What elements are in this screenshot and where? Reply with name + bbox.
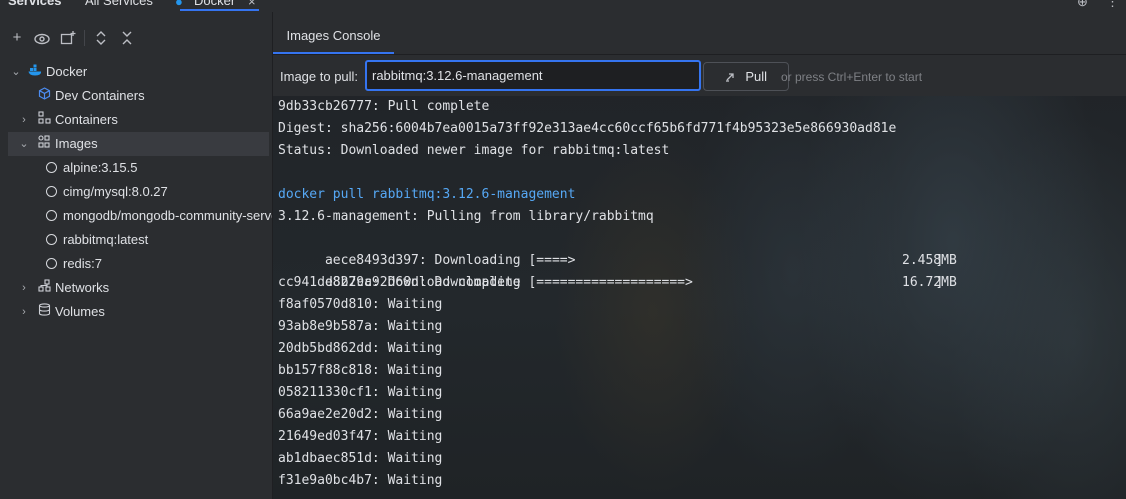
new-group-icon[interactable] bbox=[57, 26, 79, 50]
tree-item-image[interactable]: redis:7 bbox=[0, 252, 272, 276]
tree-label: Containers bbox=[55, 112, 118, 127]
console-line: 93ab8e9b587a: Waiting bbox=[278, 319, 443, 334]
console-line: f8af0570d810: Waiting bbox=[278, 297, 443, 312]
tab-all-services[interactable]: All Services bbox=[85, 0, 153, 8]
docker-tab-icon: ● bbox=[175, 0, 183, 9]
services-title: Services bbox=[8, 0, 62, 8]
more-options-icon[interactable]: ⋮ bbox=[1106, 0, 1119, 10]
add-service-icon[interactable]: + bbox=[6, 26, 28, 50]
tree-label: redis:7 bbox=[63, 256, 103, 271]
collapse-all-icon[interactable] bbox=[116, 26, 138, 50]
chevron-right-icon[interactable]: › bbox=[18, 276, 30, 300]
console-line: 3.12.6-management: Pulling from library/… bbox=[278, 209, 654, 224]
console-line: 66a9ae2e20d2: Waiting bbox=[278, 407, 443, 422]
image-status-icon bbox=[46, 258, 57, 269]
services-panel: + ⌄ Docker Dev Containers › Containers ⌄… bbox=[0, 12, 273, 499]
image-status-icon bbox=[46, 186, 57, 197]
tree-label: Docker bbox=[46, 64, 88, 79]
console-progress-line: aece8493d397: Downloading [====> ] 2.458M… bbox=[278, 228, 957, 268]
tree-item-image[interactable]: cimg/mysql:8.0.27 bbox=[0, 180, 272, 204]
tree-item-volumes[interactable]: › Volumes bbox=[0, 300, 272, 324]
pull-button[interactable]: Pull bbox=[703, 62, 789, 91]
tree-label: mongodb/mongodb-community-server bbox=[63, 208, 272, 223]
console-line: cc941dd822ca: Download complete bbox=[278, 275, 521, 290]
console-tab-strip: Images Console bbox=[273, 12, 1126, 55]
console-line: Digest: sha256:6004b7ea0015a73ff92e313ae… bbox=[278, 121, 897, 136]
view-options-icon[interactable] bbox=[31, 26, 53, 50]
tree-item-containers[interactable]: › Containers bbox=[0, 108, 272, 132]
tree-item-image[interactable]: mongodb/mongodb-community-server bbox=[0, 204, 272, 228]
console-line: Status: Downloaded newer image for rabbi… bbox=[278, 143, 670, 158]
image-status-icon bbox=[46, 162, 57, 173]
tree-label: Dev Containers bbox=[55, 88, 145, 103]
console-line: 21649ed03f47: Waiting bbox=[278, 429, 443, 444]
chevron-down-icon[interactable]: ⌄ bbox=[10, 60, 22, 84]
tree-label: rabbitmq:latest bbox=[63, 232, 149, 247]
console-line: 20db5bd862dd: Waiting bbox=[278, 341, 443, 356]
image-to-pull-input[interactable] bbox=[365, 60, 701, 91]
tree-item-images[interactable]: ⌄ Images bbox=[8, 132, 269, 156]
image-status-icon bbox=[46, 234, 57, 245]
console-line: ab1dbaec851d: Waiting bbox=[278, 451, 443, 466]
tree-label: alpine:3.15.5 bbox=[63, 160, 138, 175]
pull-icon bbox=[725, 70, 739, 84]
chevron-right-icon[interactable]: › bbox=[18, 300, 30, 324]
expand-all-icon[interactable] bbox=[90, 26, 112, 50]
chevron-right-icon[interactable]: › bbox=[18, 108, 30, 132]
console-line: 058211330cf1: Waiting bbox=[278, 385, 443, 400]
image-to-pull-label: Image to pull: bbox=[280, 69, 359, 84]
console-line: bb157f88c818: Waiting bbox=[278, 363, 443, 378]
tree-label: Images bbox=[55, 136, 98, 151]
docker-icon bbox=[28, 60, 42, 84]
images-icon bbox=[37, 132, 51, 156]
tree-item-docker[interactable]: ⌄ Docker bbox=[0, 60, 272, 84]
console-progress-line: e8b79c92d68d: Downloading [=============… bbox=[278, 250, 957, 290]
globe-icon[interactable]: ⊕ bbox=[1077, 0, 1088, 10]
tab-docker[interactable]: Docker bbox=[179, 0, 260, 11]
image-status-icon bbox=[46, 210, 57, 221]
tree-item-image[interactable]: rabbitmq:latest bbox=[0, 228, 272, 252]
tree-item-networks[interactable]: › Networks bbox=[0, 276, 272, 300]
console-line: 9db33cb26777: Pull complete bbox=[278, 99, 490, 114]
tab-images-console[interactable]: Images Console bbox=[273, 12, 394, 54]
tree-label: Networks bbox=[55, 280, 110, 295]
network-icon bbox=[37, 276, 51, 300]
pull-hint: or press Ctrl+Enter to start bbox=[781, 70, 923, 84]
tree-item-dev-containers[interactable]: Dev Containers bbox=[0, 84, 272, 108]
containers-icon bbox=[37, 108, 51, 132]
pull-image-bar: Image to pull: Pull or press Ctrl+Enter … bbox=[273, 55, 1126, 96]
console-line: f31e9a0bc4b7: Waiting bbox=[278, 473, 443, 488]
toolbar-divider bbox=[84, 30, 85, 46]
close-tab-icon[interactable]: × bbox=[248, 0, 256, 9]
pull-button-label: Pull bbox=[745, 69, 768, 84]
tree-label: cimg/mysql:8.0.27 bbox=[63, 184, 168, 199]
services-toolbar: + bbox=[0, 26, 272, 50]
progress-size: 16.72MB bbox=[902, 275, 957, 290]
chevron-down-icon[interactable]: ⌄ bbox=[18, 132, 30, 156]
volumes-icon bbox=[37, 300, 51, 324]
tree-label: Volumes bbox=[55, 304, 105, 319]
cube-icon bbox=[37, 84, 51, 108]
tree-item-image[interactable]: alpine:3.15.5 bbox=[0, 156, 272, 180]
images-console-panel: Images Console Image to pull: Pull or pr… bbox=[273, 12, 1126, 499]
console-command-line: docker pull rabbitmq:3.12.6-management bbox=[278, 187, 576, 202]
